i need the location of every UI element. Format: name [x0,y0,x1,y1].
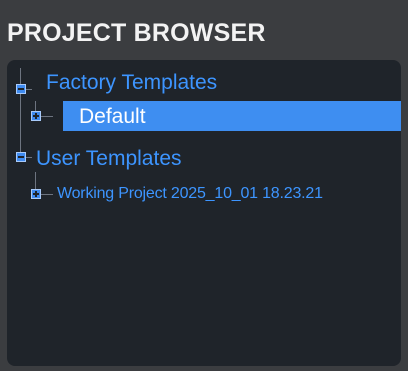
project-tree[interactable]: Factory Templates Default User Templates… [7,60,401,366]
tree-connector-vertical [20,68,21,158]
tree-node-user-templates[interactable]: User Templates [36,147,182,171]
plus-square-icon[interactable] [31,111,41,121]
minus-square-icon[interactable] [16,84,26,94]
project-browser-panel: PROJECT BROWSER Factory Templates Defaul… [0,0,408,371]
plus-square-icon[interactable] [31,189,41,199]
tree-node-factory-templates[interactable]: Factory Templates [46,71,217,95]
tree-node-working-project[interactable]: Working Project 2025_10_01 18.23.21 [57,183,323,205]
minus-square-icon[interactable] [16,152,26,162]
tree-node-default[interactable]: Default [79,105,146,129]
panel-title: PROJECT BROWSER [7,19,266,47]
